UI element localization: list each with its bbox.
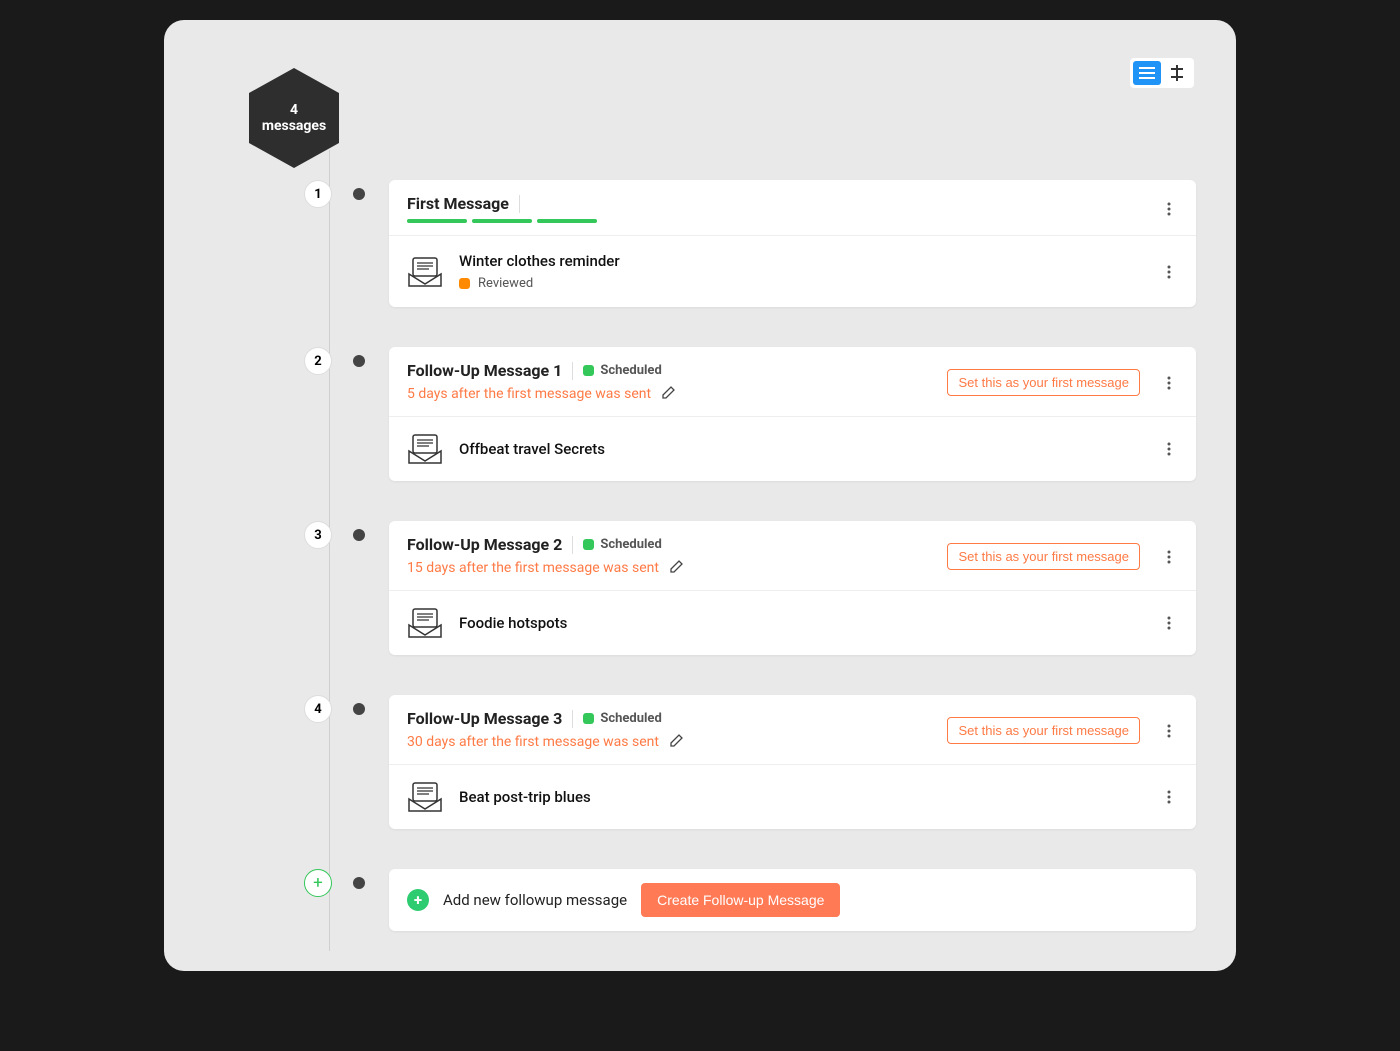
status-label: Scheduled bbox=[600, 711, 661, 726]
set-first-button[interactable]: Set this as your first message bbox=[947, 717, 1140, 744]
step-4: 4 Follow-Up Message 3 Scheduled 30 days … bbox=[324, 695, 1196, 829]
pencil-icon bbox=[661, 384, 677, 400]
add-step-badge[interactable]: + bbox=[304, 869, 332, 897]
card-menu-button[interactable] bbox=[1160, 545, 1178, 569]
view-toggle bbox=[1130, 58, 1194, 88]
edit-schedule-button[interactable] bbox=[669, 732, 685, 752]
pencil-icon bbox=[669, 732, 685, 748]
step-dot bbox=[353, 529, 365, 541]
status-dot bbox=[459, 278, 470, 289]
step-2: 2 Follow-Up Message 1 Scheduled 5 days a… bbox=[324, 347, 1196, 481]
step-number: 1 bbox=[304, 180, 332, 208]
message-title: Beat post-trip blues bbox=[459, 788, 1144, 806]
message-card: Follow-Up Message 3 Scheduled 30 days af… bbox=[389, 695, 1196, 829]
schedule-text: 5 days after the first message was sent bbox=[407, 386, 651, 402]
messages-summary-badge: 4 messages bbox=[249, 68, 339, 168]
tree-icon bbox=[1169, 65, 1185, 81]
message-title: Offbeat travel Secrets bbox=[459, 440, 1144, 458]
messages-label: messages bbox=[262, 118, 326, 134]
card-title: Follow-Up Message 1 bbox=[407, 361, 562, 380]
step-3: 3 Follow-Up Message 2 Scheduled 15 days … bbox=[324, 521, 1196, 655]
timeline: 1 First Message bbox=[204, 180, 1196, 931]
status-dot bbox=[583, 365, 594, 376]
progress-bar bbox=[407, 219, 1150, 223]
card-title: Follow-Up Message 2 bbox=[407, 535, 562, 554]
card-menu-button[interactable] bbox=[1160, 371, 1178, 395]
item-menu-button[interactable] bbox=[1160, 437, 1178, 461]
divider bbox=[519, 195, 520, 213]
step-dot bbox=[353, 877, 365, 889]
message-card: First Message bbox=[389, 180, 1196, 307]
step-number: 2 bbox=[304, 347, 332, 375]
add-step: + + Add new followup message Create Foll… bbox=[324, 869, 1196, 931]
schedule-text: 15 days after the first message was sent bbox=[407, 560, 659, 576]
set-first-button[interactable]: Set this as your first message bbox=[947, 369, 1140, 396]
message-title: Winter clothes reminder bbox=[459, 252, 1144, 270]
messages-count: 4 bbox=[290, 102, 298, 118]
panel: 4 messages 1 First Message bbox=[164, 20, 1236, 971]
message-card: Follow-Up Message 2 Scheduled 15 days af… bbox=[389, 521, 1196, 655]
pencil-icon bbox=[669, 558, 685, 574]
message-card: Follow-Up Message 1 Scheduled 5 days aft… bbox=[389, 347, 1196, 481]
list-icon bbox=[1139, 67, 1155, 79]
step-dot bbox=[353, 703, 365, 715]
edit-schedule-button[interactable] bbox=[661, 384, 677, 404]
message-title: Foodie hotspots bbox=[459, 614, 1144, 632]
mail-icon bbox=[407, 781, 443, 813]
step-1: 1 First Message bbox=[324, 180, 1196, 307]
divider bbox=[572, 536, 573, 554]
set-first-button[interactable]: Set this as your first message bbox=[947, 543, 1140, 570]
edit-schedule-button[interactable] bbox=[669, 558, 685, 578]
step-number: 3 bbox=[304, 521, 332, 549]
add-card: + Add new followup message Create Follow… bbox=[389, 869, 1196, 931]
step-dot bbox=[353, 355, 365, 367]
item-menu-button[interactable] bbox=[1160, 260, 1178, 284]
mail-icon bbox=[407, 433, 443, 465]
divider bbox=[572, 710, 573, 728]
card-title: Follow-Up Message 3 bbox=[407, 709, 562, 728]
status-label: Scheduled bbox=[600, 537, 661, 552]
step-dot bbox=[353, 188, 365, 200]
card-menu-button[interactable] bbox=[1160, 719, 1178, 743]
create-followup-button[interactable]: Create Follow-up Message bbox=[641, 883, 840, 917]
status-label: Scheduled bbox=[600, 363, 661, 378]
card-menu-button[interactable] bbox=[1160, 197, 1178, 221]
card-title: First Message bbox=[407, 194, 509, 213]
mail-icon bbox=[407, 607, 443, 639]
message-status: Reviewed bbox=[478, 276, 533, 291]
plus-icon: + bbox=[407, 889, 429, 911]
item-menu-button[interactable] bbox=[1160, 611, 1178, 635]
status-dot bbox=[583, 713, 594, 724]
mail-icon bbox=[407, 256, 443, 288]
step-number: 4 bbox=[304, 695, 332, 723]
add-text: Add new followup message bbox=[443, 891, 627, 909]
divider bbox=[572, 362, 573, 380]
view-list-button[interactable] bbox=[1133, 61, 1161, 85]
item-menu-button[interactable] bbox=[1160, 785, 1178, 809]
view-tree-button[interactable] bbox=[1163, 61, 1191, 85]
schedule-text: 30 days after the first message was sent bbox=[407, 734, 659, 750]
status-dot bbox=[583, 539, 594, 550]
